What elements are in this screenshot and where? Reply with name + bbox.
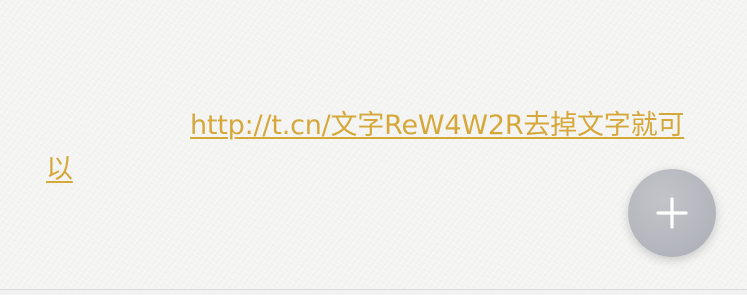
bottom-strip: [0, 290, 747, 295]
note-link[interactable]: http://t.cn/文字ReW4W2R去掉文字就可以: [46, 110, 684, 185]
note-paragraph: http://t.cn/文字ReW4W2R去掉文字就可以: [46, 104, 706, 192]
plus-icon: [656, 197, 688, 229]
note-body[interactable]: http://t.cn/文字ReW4W2R去掉文字就可以: [0, 0, 747, 289]
add-button[interactable]: [628, 169, 716, 257]
